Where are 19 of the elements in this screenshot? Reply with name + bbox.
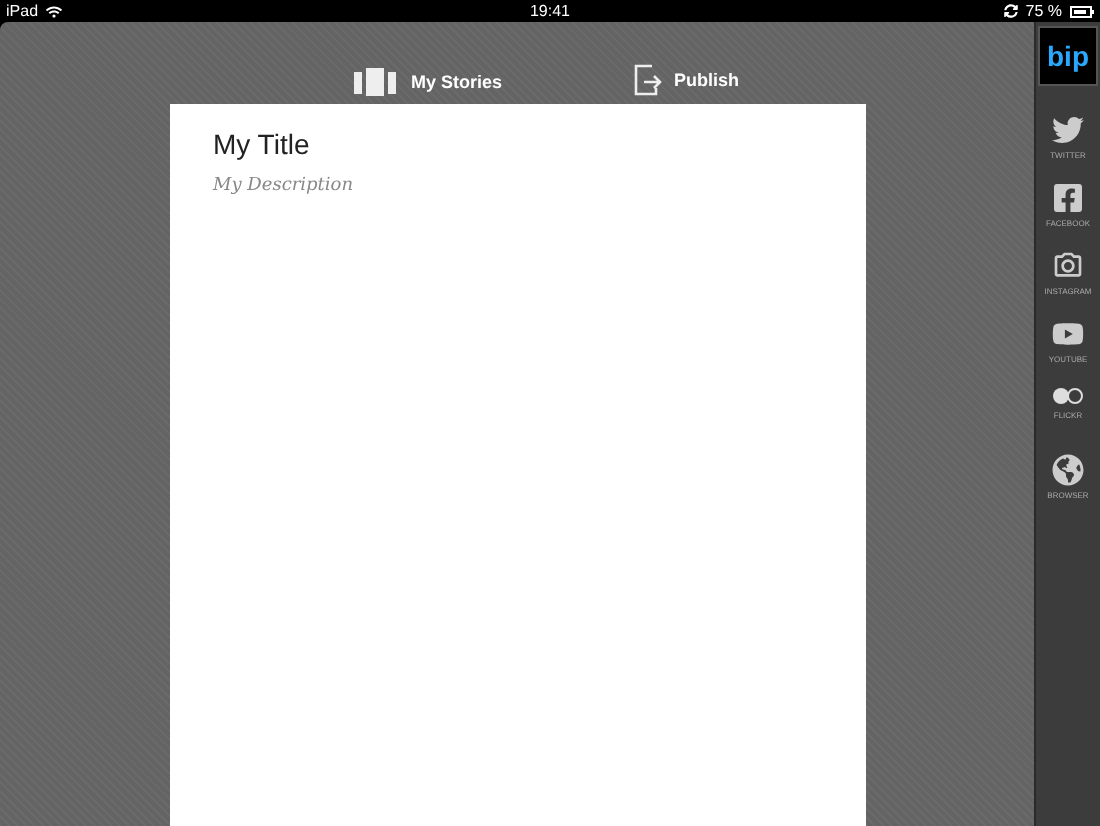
app-logo: bip: [1038, 26, 1098, 86]
document-description[interactable]: My Description: [213, 176, 821, 196]
device-name: iPad: [6, 2, 39, 20]
globe-icon: [1051, 454, 1084, 486]
battery-icon: [1070, 5, 1094, 17]
camera-icon: [1051, 250, 1084, 282]
document-title[interactable]: My Title: [213, 128, 821, 160]
two-dots-icon: [1052, 386, 1084, 406]
my-stories-button[interactable]: My Stories: [354, 68, 502, 96]
square-f-icon: [1051, 182, 1084, 214]
export-icon: [634, 64, 662, 96]
rotation-lock-icon: [1003, 4, 1018, 18]
video-play-icon: [1052, 318, 1084, 350]
books-icon: [354, 68, 399, 96]
battery-percentage: 75 %: [1025, 2, 1062, 20]
publish-button[interactable]: Publish: [634, 64, 740, 96]
wifi-icon: [46, 3, 63, 19]
clock-time: 19:41: [529, 2, 571, 20]
bird-icon: [1052, 114, 1084, 146]
